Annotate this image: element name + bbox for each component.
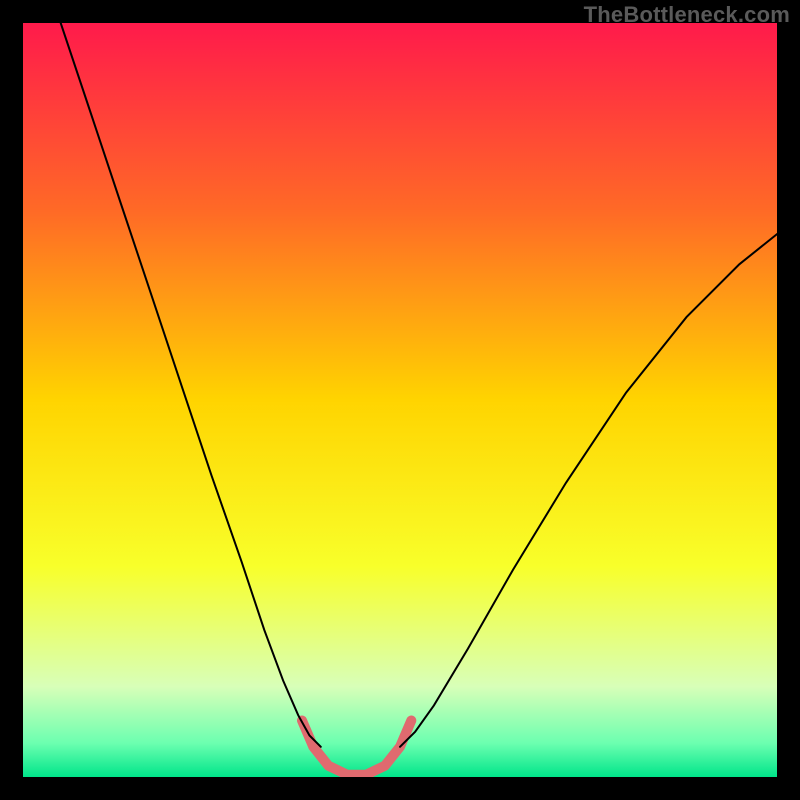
- bottleneck-chart: [23, 23, 777, 777]
- watermark-text: TheBottleneck.com: [584, 2, 790, 28]
- chart-frame: TheBottleneck.com: [0, 0, 800, 800]
- gradient-background: [23, 23, 777, 777]
